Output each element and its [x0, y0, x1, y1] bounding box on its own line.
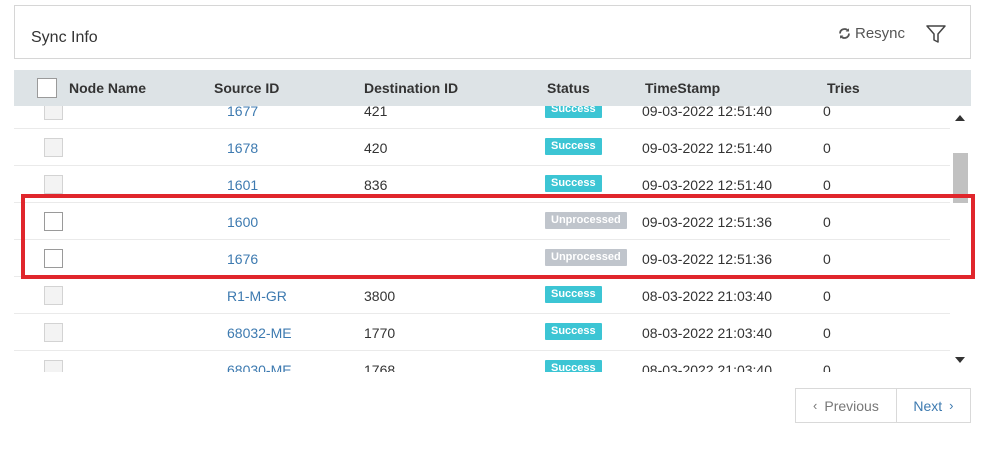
timestamp-cell: 09-03-2022 12:51:36 [642, 214, 772, 230]
tries-cell: 0 [823, 106, 831, 119]
timestamp-cell: 09-03-2022 12:51:36 [642, 251, 772, 267]
source-id-link[interactable]: 1676 [227, 251, 258, 267]
column-status[interactable]: Status [547, 80, 590, 96]
column-timestamp[interactable]: TimeStamp [645, 80, 720, 96]
pagination: ‹ Previous Next › [795, 388, 971, 423]
destination-id-cell: 1768 [364, 362, 396, 372]
status-badge: Unprocessed [545, 249, 627, 266]
resync-button[interactable]: Resync [838, 25, 905, 42]
row-checkbox[interactable] [44, 360, 63, 372]
row-checkbox[interactable] [44, 212, 63, 231]
timestamp-cell: 09-03-2022 12:51:40 [642, 140, 772, 156]
scroll-down-arrow-icon[interactable] [955, 357, 965, 363]
timestamp-cell: 08-03-2022 21:03:40 [642, 325, 772, 341]
destination-id-cell: 3800 [364, 288, 396, 304]
chevron-right-icon: › [949, 398, 954, 413]
destination-id-cell: 421 [364, 106, 388, 119]
table-row[interactable]: 1601 836 Success 09-03-2022 12:51:40 0 [14, 166, 950, 203]
status-badge: Success [545, 106, 602, 118]
scroll-up-arrow-icon[interactable] [955, 115, 965, 121]
timestamp-cell: 08-03-2022 21:03:40 [642, 288, 772, 304]
table-row[interactable]: 1678 420 Success 09-03-2022 12:51:40 0 [14, 129, 950, 166]
page-title: Sync Info [31, 29, 98, 46]
row-checkbox[interactable] [44, 286, 63, 305]
source-id-link[interactable]: 1600 [227, 214, 258, 230]
timestamp-cell: 09-03-2022 12:51:40 [642, 177, 772, 193]
table-row[interactable]: 68032-ME 1770 Success 08-03-2022 21:03:40 0 [14, 314, 950, 351]
status-badge: Success [545, 323, 602, 340]
row-checkbox[interactable] [44, 106, 63, 120]
status-badge: Success [545, 360, 602, 372]
status-badge: Success [545, 138, 602, 155]
select-all-checkbox[interactable] [37, 78, 57, 98]
table-scrollbar[interactable] [950, 106, 971, 372]
source-id-link[interactable]: 68032-ME [227, 325, 292, 341]
timestamp-cell: 08-03-2022 21:03:40 [642, 362, 772, 372]
table-row[interactable]: R1-M-GR 3800 Success 08-03-2022 21:03:40 0 [14, 277, 950, 314]
tries-cell: 0 [823, 362, 831, 372]
previous-label: Previous [824, 397, 879, 414]
chevron-left-icon: ‹ [813, 398, 818, 413]
row-checkbox[interactable] [44, 323, 63, 342]
destination-id-cell: 420 [364, 140, 388, 156]
status-badge: Unprocessed [545, 212, 627, 229]
status-badge: Success [545, 175, 602, 192]
sync-table-body: 1677 421 Success 09-03-2022 12:51:40 0 1678 42… [14, 106, 971, 372]
destination-id-cell: 836 [364, 177, 388, 193]
source-id-link[interactable]: 68030-ME [227, 362, 292, 372]
table-header: Node Name Source ID Destination ID Statu… [14, 70, 971, 106]
column-destination-id[interactable]: Destination ID [364, 80, 458, 96]
column-tries[interactable]: Tries [827, 80, 860, 96]
tries-cell: 0 [823, 288, 831, 304]
table-row[interactable]: 1676 Unprocessed 09-03-2022 12:51:36 0 [14, 240, 950, 277]
table-row[interactable]: 1677 421 Success 09-03-2022 12:51:40 0 [14, 106, 950, 129]
refresh-icon [839, 28, 850, 39]
tries-cell: 0 [823, 177, 831, 193]
column-source-id[interactable]: Source ID [214, 80, 279, 96]
filter-icon [926, 25, 946, 43]
status-badge: Success [545, 286, 602, 303]
sync-info-header: Sync Info Resync [14, 5, 971, 59]
previous-button[interactable]: ‹ Previous [796, 389, 897, 422]
source-id-link[interactable]: 1601 [227, 177, 258, 193]
row-checkbox[interactable] [44, 138, 63, 157]
source-id-link[interactable]: 1677 [227, 106, 258, 119]
resync-label: Resync [855, 25, 906, 42]
timestamp-cell: 09-03-2022 12:51:40 [642, 106, 772, 119]
tries-cell: 0 [823, 214, 831, 230]
row-checkbox[interactable] [44, 175, 63, 194]
next-label: Next [913, 397, 943, 414]
source-id-link[interactable]: 1678 [227, 140, 258, 156]
source-id-link[interactable]: R1-M-GR [227, 288, 287, 304]
tries-cell: 0 [823, 325, 831, 341]
row-checkbox[interactable] [44, 249, 63, 268]
next-button[interactable]: Next › [897, 389, 970, 422]
column-node-name[interactable]: Node Name [69, 80, 146, 96]
tries-cell: 0 [823, 251, 831, 267]
filter-button[interactable] [925, 23, 947, 45]
table-row[interactable]: 1600 Unprocessed 09-03-2022 12:51:36 0 [14, 203, 950, 240]
destination-id-cell: 1770 [364, 325, 396, 341]
tries-cell: 0 [823, 140, 831, 156]
scroll-thumb[interactable] [953, 153, 968, 203]
table-row[interactable]: 68030-ME 1768 Success 08-03-2022 21:03:40 0 [14, 351, 950, 372]
